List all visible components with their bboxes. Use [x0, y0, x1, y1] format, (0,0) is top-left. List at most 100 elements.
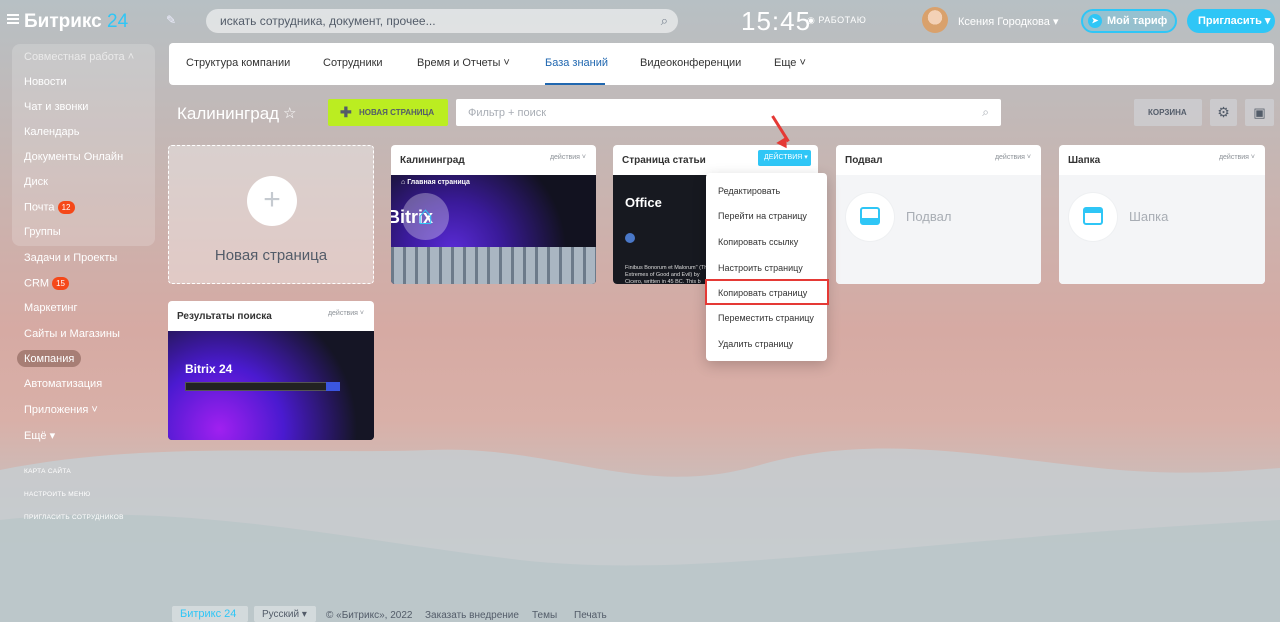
tab-more[interactable]: Еще ˅ [774, 57, 806, 69]
sidebar-item-news[interactable]: Новости [24, 76, 67, 88]
sidebar-item-chat[interactable]: Чат и звонки [24, 101, 88, 113]
header-layout-icon [1083, 207, 1103, 225]
sidebar-item-groups[interactable]: Группы [24, 226, 61, 238]
card-title: Шапка [1068, 155, 1101, 166]
gear-icon[interactable]: ⚙ [1210, 99, 1237, 126]
sidebar-item-sites[interactable]: Сайты и Магазины [24, 328, 120, 340]
card-label: Шапка [1129, 209, 1169, 224]
preview-search-button [326, 382, 340, 391]
sidebar-group-head[interactable]: Совместная работа ˄ [24, 51, 134, 63]
menu-item-configure-page[interactable]: Настроить страницу [718, 263, 803, 273]
folder-icon[interactable]: ▣ [1245, 99, 1274, 126]
card-actions-button[interactable]: действия ˅ [1219, 154, 1255, 161]
card-preview: ⌂ Главная страница Bitrix ⌂ [391, 175, 596, 284]
my-tariff-button[interactable]: ➤ Мой тариф [1081, 9, 1177, 33]
tab-time[interactable]: Время и Отчеты ˅ [417, 57, 510, 69]
sidebar-item-more[interactable]: Ещё ▾ [24, 429, 55, 442]
header-icon-circle [1069, 193, 1117, 241]
mail-badge: 12 [57, 201, 75, 214]
preview-avatar [625, 233, 635, 243]
footer-layout-icon [860, 207, 880, 225]
menu-item-edit[interactable]: Редактировать [718, 186, 780, 196]
tab-video[interactable]: Видеоконференции [640, 57, 741, 69]
work-status[interactable]: ◉ РАБОТАЮ [807, 15, 866, 26]
card-title: Страница статьи [622, 155, 706, 166]
menu-item-move-page[interactable]: Переместить страницу [718, 313, 814, 323]
bitrix-logo[interactable]: Битрикс 24 [24, 11, 128, 33]
plus-icon: ✚ [340, 104, 352, 120]
trash-button[interactable]: КОРЗИНА [1134, 99, 1202, 126]
top-tabs: Структура компании Сотрудники Время и От… [169, 43, 1274, 85]
menu-item-go-to-page[interactable]: Перейти на страницу [718, 211, 807, 221]
tab-structure[interactable]: Структура компании [186, 57, 290, 69]
page-title: Калининград [177, 104, 280, 123]
footer-icon-circle [846, 193, 894, 241]
crm-badge: 15 [52, 277, 70, 290]
sidebar-site-map[interactable]: КАРТА САЙТА [24, 468, 71, 475]
sidebar-invite-staff[interactable]: ПРИГЛАСИТЬ СОТРУДНИКОВ [24, 514, 124, 521]
footer-order-link[interactable]: Заказать внедрение [425, 610, 519, 621]
sidebar-item-disk[interactable]: Диск [24, 176, 48, 188]
card-footer[interactable]: Подвал действия ˅ Подвал [836, 145, 1041, 284]
search-icon[interactable]: ⌕ [982, 105, 989, 120]
clock[interactable]: 15:45 [741, 6, 811, 37]
preview-search-bar [185, 382, 340, 391]
sidebar-item-tasks[interactable]: Задачи и Проекты [24, 252, 117, 264]
card-label: Подвал [906, 209, 952, 224]
card-title: Подвал [845, 155, 883, 166]
new-page-button[interactable]: ✚ НОВАЯ СТРАНИЦА [328, 99, 448, 126]
preview-image [391, 247, 596, 284]
menu-item-copy-link[interactable]: Копировать ссылку [718, 237, 798, 247]
card-title: Калининград [400, 155, 465, 166]
sidebar-configure-menu[interactable]: НАСТРОИТЬ МЕНЮ [24, 491, 91, 498]
sidebar-item-crm[interactable]: CRM 15 [24, 277, 70, 290]
tab-knowledge[interactable]: База знаний [545, 57, 608, 69]
active-tab-underline [545, 83, 605, 85]
top-bar: Битрикс 24 ✎ искать сотрудника, документ… [0, 0, 1280, 42]
sidebar-group-collab [12, 44, 155, 246]
card-actions-button[interactable]: действия ˅ [328, 310, 364, 317]
new-page-card[interactable]: + Новая страница [168, 145, 374, 284]
article-actions-button[interactable]: ДЕЙСТВИЯ ▾ [758, 150, 811, 166]
sidebar-item-company[interactable]: Компания [24, 353, 74, 365]
search-icon[interactable]: ⌕ [661, 13, 668, 29]
plus-icon: + [247, 176, 297, 226]
card-title: Результаты поиска [177, 311, 272, 322]
card-search-results[interactable]: Результаты поиска действия ˅ Bitrix 24 [168, 301, 374, 440]
filter-search-input[interactable]: Фильтр + поиск ⌕ [456, 99, 1001, 126]
sidebar-item-apps[interactable]: Приложения ˅ [24, 404, 98, 416]
preview-text: Bitrix 24 [185, 362, 233, 376]
card-preview: Bitrix 24 [168, 331, 374, 440]
card-actions-button[interactable]: действия ˅ [995, 154, 1031, 161]
preview-body: Finibus Bonorum et Malorum" (The Extreme… [625, 265, 711, 284]
pencil-icon[interactable]: ✎ [166, 13, 176, 27]
copy-page-highlight [705, 279, 829, 305]
rocket-icon: ➤ [1088, 14, 1102, 28]
user-name[interactable]: Ксения Городкова ▾ [958, 15, 1058, 28]
card-kaliningrad[interactable]: Калининград действия ˅ ⌂ Главная страниц… [391, 145, 596, 284]
tab-employees[interactable]: Сотрудники [323, 57, 383, 69]
card-actions-button[interactable]: действия ˅ [550, 154, 586, 161]
actions-dropdown-menu: Редактировать Перейти на страницу Копиро… [706, 173, 827, 361]
invite-button[interactable]: Пригласить ▾ [1187, 9, 1275, 33]
sidebar-item-marketing[interactable]: Маркетинг [24, 302, 77, 314]
sidebar-item-calendar[interactable]: Календарь [24, 126, 80, 138]
footer-print-link[interactable]: Печать [574, 610, 607, 621]
sidebar-item-docs[interactable]: Документы Онлайн [24, 151, 123, 163]
star-icon[interactable]: ☆ [283, 104, 296, 122]
hamburger-menu-icon[interactable] [7, 14, 19, 24]
sidebar-item-automation[interactable]: Автоматизация [24, 378, 102, 390]
preview-nav: ⌂ Главная страница [401, 179, 470, 186]
footer-copyright: © «Битрикс», 2022 [326, 610, 413, 621]
user-avatar[interactable] [922, 7, 948, 33]
menu-item-delete-page[interactable]: Удалить страницу [718, 339, 793, 349]
footer-themes-link[interactable]: Темы [532, 610, 557, 621]
sidebar-item-mail[interactable]: Почта 12 [24, 201, 75, 214]
new-page-card-label: Новая страница [214, 247, 328, 264]
language-select[interactable]: Русский ▾ [254, 606, 316, 622]
footer-logo[interactable]: Битрикс 24 [172, 606, 248, 622]
preview-heading: Office [625, 195, 662, 210]
home-icon: ⌂ [402, 193, 449, 240]
global-search-input[interactable]: искать сотрудника, документ, прочее... ⌕ [206, 9, 678, 33]
card-header[interactable]: Шапка действия ˅ Шапка [1059, 145, 1265, 284]
